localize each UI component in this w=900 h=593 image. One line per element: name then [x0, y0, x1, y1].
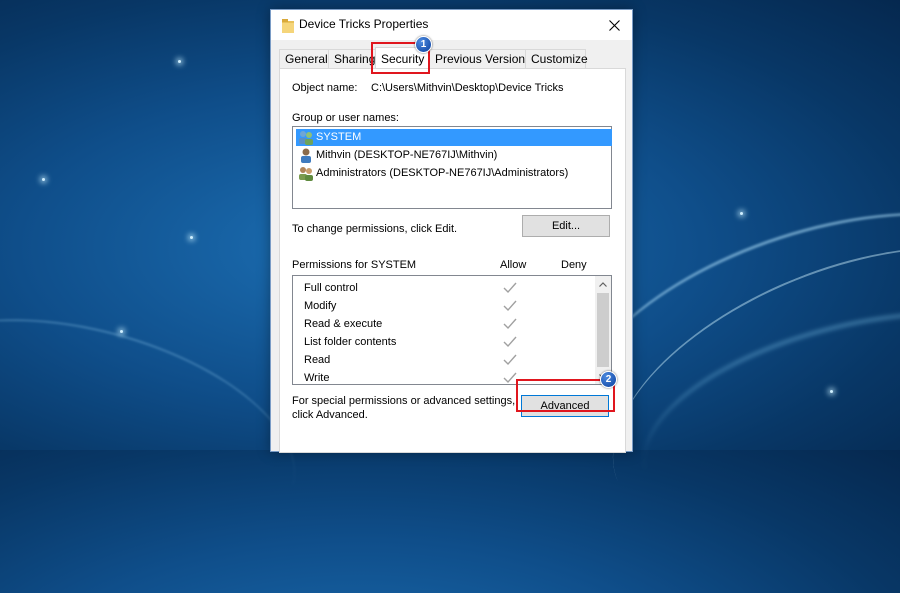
user-item-label: SYSTEM — [316, 131, 362, 143]
deny-column-header: Deny — [561, 259, 587, 271]
permission-name: List folder contents — [304, 336, 397, 348]
wallpaper-sparkle — [830, 390, 833, 393]
user-item-system[interactable]: SYSTEM — [296, 129, 612, 146]
step-badge-2: 2 — [600, 371, 617, 388]
group-user-list[interactable]: SYSTEM Mithvin (DESKTOP-NE767IJ\Mithvin)… — [292, 126, 612, 209]
permission-row-modify: Modify — [304, 297, 594, 315]
user-group-icon — [299, 131, 313, 145]
permission-name: Full control — [304, 282, 358, 294]
permission-row-full-control: Full control — [304, 279, 594, 297]
advanced-button-highlight — [516, 379, 615, 412]
wallpaper-sparkle — [120, 330, 123, 333]
checkmark-icon — [503, 336, 517, 348]
user-item-mithvin[interactable]: Mithvin (DESKTOP-NE767IJ\Mithvin) — [296, 147, 612, 164]
title-bar[interactable]: Device Tricks Properties — [271, 10, 632, 40]
permissions-for-label: Permissions for SYSTEM — [292, 259, 417, 271]
user-icon — [301, 148, 311, 163]
checkmark-icon — [503, 300, 517, 312]
wallpaper-sparkle — [740, 212, 743, 215]
close-button[interactable] — [603, 14, 625, 36]
permission-row-list-folder-contents: List folder contents — [304, 333, 594, 351]
object-name-value: C:\Users\Mithvin\Desktop\Device Tricks — [371, 82, 564, 94]
checkmark-icon — [503, 282, 517, 294]
window-title: Device Tricks Properties — [299, 17, 429, 31]
object-name-label: Object name: — [292, 82, 358, 94]
user-item-administrators[interactable]: Administrators (DESKTOP-NE767IJ\Administ… — [296, 165, 612, 182]
checkmark-icon — [503, 372, 517, 384]
change-permissions-text: To change permissions, click Edit. — [292, 223, 458, 235]
allow-column-header: Allow — [500, 259, 527, 271]
permission-row-read-execute: Read & execute — [304, 315, 594, 333]
user-group-icon — [299, 167, 313, 181]
permission-name: Modify — [304, 300, 337, 312]
scroll-thumb[interactable] — [597, 293, 609, 367]
wallpaper-sparkle — [190, 236, 193, 239]
tab-general[interactable]: General — [279, 49, 329, 68]
wallpaper-sparkle — [178, 60, 181, 63]
tab-sharing[interactable]: Sharing — [328, 49, 377, 68]
advanced-help-line1: For special permissions or advanced sett… — [292, 395, 516, 407]
user-item-label: Mithvin (DESKTOP-NE767IJ\Mithvin) — [316, 149, 498, 161]
permissions-list[interactable]: Full control Modify Read & execute List … — [292, 275, 612, 385]
checkmark-icon — [503, 318, 517, 330]
step-badge-1: 1 — [415, 36, 432, 53]
wallpaper-sparkle — [42, 178, 45, 181]
permission-name: Write — [304, 372, 330, 384]
chevron-up-icon — [599, 281, 607, 287]
permissions-scrollbar[interactable] — [595, 276, 611, 384]
permission-name: Read — [304, 354, 331, 366]
permission-name: Read & execute — [304, 318, 383, 330]
permission-row-read: Read — [304, 351, 594, 369]
tab-previous-versions[interactable]: Previous Versions — [429, 49, 531, 68]
scroll-up-button[interactable] — [595, 276, 611, 292]
tab-customize[interactable]: Customize — [525, 49, 588, 68]
user-item-label: Administrators (DESKTOP-NE767IJ\Administ… — [316, 167, 569, 179]
group-names-label: Group or user names: — [292, 112, 399, 124]
advanced-help-line2: click Advanced. — [292, 409, 368, 421]
edit-button[interactable]: Edit... — [522, 215, 610, 237]
wallpaper-streak — [623, 274, 900, 570]
folder-icon — [282, 19, 294, 33]
checkmark-icon — [503, 354, 517, 366]
close-icon — [608, 19, 620, 31]
